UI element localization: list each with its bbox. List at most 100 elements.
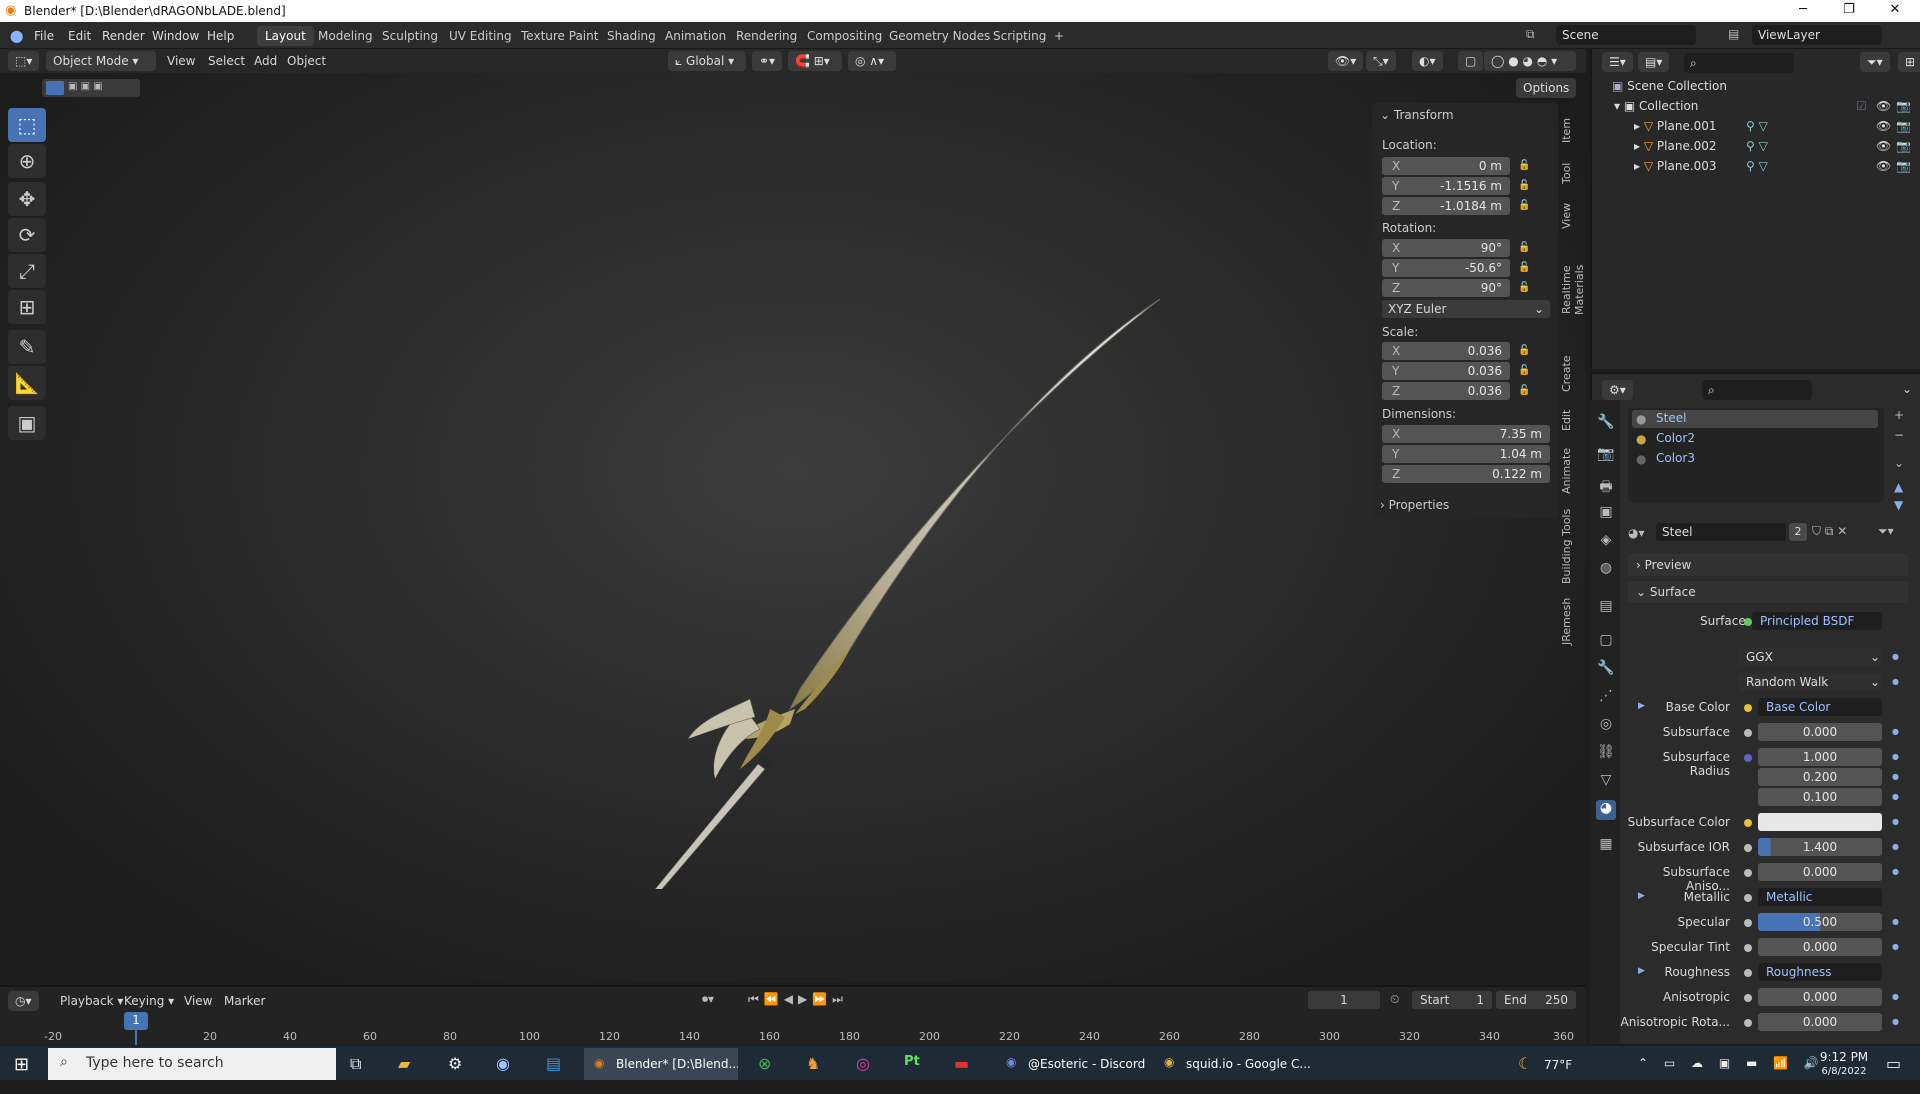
eye-icon[interactable]: 👁 [1876, 99, 1891, 113]
outliner-editor-icon[interactable]: ☰▾ [1602, 52, 1633, 72]
xray-icon[interactable]: ▢ [1458, 51, 1484, 71]
keyframe-dot-icon[interactable]: ● [1892, 792, 1899, 801]
tab-animation[interactable]: Animation [657, 26, 734, 46]
tab-item[interactable]: Item [1560, 110, 1582, 150]
notifications-icon[interactable]: ▭ [1886, 1054, 1901, 1082]
tab-geometry-nodes[interactable]: Geometry Nodes [881, 26, 998, 46]
tab-scripting[interactable]: Scripting [985, 26, 1054, 46]
tab-edit[interactable]: Edit [1560, 404, 1582, 436]
subsurface-radius-y-field[interactable]: 0.200 [1758, 768, 1882, 786]
select-box-icon[interactable]: ⬚ [8, 108, 46, 142]
select-extend-icon[interactable]: ▣ ▣ ▣ [68, 81, 103, 92]
base-color-field[interactable]: Base Color [1758, 698, 1882, 716]
tab-modeling[interactable]: Modeling [310, 26, 381, 46]
color-socket-icon[interactable] [1744, 704, 1752, 712]
file-explorer-icon[interactable]: ▰ [398, 1054, 410, 1082]
scale-x-field[interactable]: X 0.036 [1382, 342, 1510, 360]
tool-tab-icon[interactable]: 🔧 [1596, 414, 1616, 434]
chevron-down-icon[interactable]: ⌄ [1902, 382, 1912, 396]
annotate-icon[interactable]: ✎ [8, 330, 46, 364]
expand-icon[interactable]: ▸ [1634, 119, 1640, 133]
lock-icon[interactable]: 🔓 [1518, 180, 1532, 192]
dimension-z-field[interactable]: Z 0.122 m [1382, 465, 1550, 483]
camera-icon[interactable]: 📷 [1896, 159, 1911, 173]
location-y-field[interactable]: Y -1.1516 m [1382, 177, 1510, 195]
add-cube-icon[interactable]: ▣ [8, 406, 46, 440]
clock-date[interactable]: 6/8/2022 [1814, 1066, 1874, 1094]
record-icon[interactable]: ⏺▾ [702, 992, 714, 1007]
roughness-field[interactable]: Roughness [1758, 963, 1882, 981]
outliner-item-plane-002[interactable]: ▸ ▽ Plane.002 ⚲ ▽ 👁 📷 [1634, 139, 1914, 159]
lock-icon[interactable]: 🔓 [1518, 282, 1532, 294]
material-browse-icon[interactable]: ◕▾ [1628, 526, 1645, 540]
shader-socket-icon[interactable] [1744, 618, 1752, 626]
value-socket-icon[interactable] [1744, 1019, 1752, 1027]
3d-viewport[interactable] [0, 49, 1586, 983]
collection-row[interactable]: ▾ ▣ Collection ☑ 👁 📷 [1614, 99, 1914, 119]
fake-user-icon[interactable]: ⛉ ⧉ ✕ [1812, 524, 1847, 539]
collection-tab-icon[interactable]: ▤ [1596, 598, 1616, 618]
menu-help[interactable]: Help [207, 29, 234, 43]
properties-subpanel[interactable]: › Properties [1380, 498, 1449, 512]
add-workspace-button[interactable]: + [1046, 26, 1072, 46]
overlay-icon[interactable]: ◐▾ [1412, 51, 1443, 71]
scale-icon[interactable]: ⤢ [8, 254, 46, 288]
constraints-tab-icon[interactable]: ⛓ [1596, 744, 1616, 764]
tab-texture-paint[interactable]: Texture Paint [513, 26, 606, 46]
tab-view[interactable]: View [1560, 196, 1582, 236]
visibility-icon[interactable]: 👁▾ [1328, 51, 1364, 71]
menu-window[interactable]: Window [152, 29, 199, 43]
keyframe-dot-icon[interactable]: ● [1892, 817, 1899, 826]
subsurface-method-dropdown[interactable]: Random Walk [1738, 673, 1882, 691]
taskbar-discord-button[interactable]: ◉ @Esoteric - Discord [998, 1048, 1148, 1080]
settings-icon[interactable]: ⚙ [448, 1054, 462, 1082]
user-count-badge[interactable]: 2 [1789, 523, 1807, 541]
filter-icon[interactable]: ⏷▾ [1878, 524, 1894, 539]
windows-start-icon[interactable]: ⊞ [14, 1054, 29, 1082]
gizmo-icon[interactable]: ⤡▾ [1366, 51, 1396, 71]
value-socket-icon[interactable] [1744, 994, 1752, 1002]
subsurface-field[interactable]: 0.000 [1758, 723, 1882, 741]
keyframe-dot-icon[interactable]: ● [1892, 842, 1899, 851]
editor-type-icon[interactable]: ⬚▾ [8, 51, 40, 71]
camera-icon[interactable]: 📷 [1896, 99, 1911, 113]
value-socket-icon[interactable] [1744, 894, 1752, 902]
keyframe-dot-icon[interactable]: ● [1892, 942, 1899, 951]
scale-z-field[interactable]: Z 0.036 [1382, 382, 1510, 400]
timeline-editor-icon[interactable]: ◷▾ [8, 991, 39, 1011]
eye-icon[interactable]: 👁 [1876, 139, 1891, 153]
clock-icon[interactable]: ⏲ [1390, 992, 1399, 1007]
keyframe-dot-icon[interactable]: ● [1892, 917, 1899, 926]
tab-uv-editing[interactable]: UV Editing [441, 26, 520, 46]
filter-icon[interactable]: ⏷▾ [1860, 52, 1890, 72]
scale-y-field[interactable]: Y 0.036 [1382, 362, 1510, 380]
tab-animate[interactable]: Animate [1560, 444, 1582, 498]
metallic-field[interactable]: Metallic [1758, 888, 1882, 906]
menu-edit[interactable]: Edit [68, 29, 91, 43]
menu-marker[interactable]: Marker [224, 994, 265, 1008]
keyframe-dot-icon[interactable]: ● [1892, 727, 1899, 736]
expand-icon[interactable]: ▸ [1634, 139, 1640, 153]
tab-building-tools[interactable]: Building Tools [1560, 506, 1582, 586]
menu-keying[interactable]: Keying ▾ [124, 994, 174, 1008]
world-tab-icon[interactable]: ◍ [1596, 560, 1616, 580]
menu-view[interactable]: View [167, 54, 195, 68]
tab-shading[interactable]: Shading [599, 26, 664, 46]
lock-icon[interactable]: 🔓 [1518, 200, 1532, 212]
eye-icon[interactable]: 👁 [1876, 119, 1891, 133]
subsurface-radius-x-field[interactable]: 1.000 [1758, 748, 1882, 766]
lock-icon[interactable]: 🔓 [1518, 385, 1532, 397]
preview-panel-header[interactable]: › Preview [1628, 554, 1908, 576]
menu-playback[interactable]: Playback ▾ [60, 994, 123, 1008]
properties-search-input[interactable]: ⌕ [1702, 380, 1812, 400]
anisotropic-field[interactable]: 0.000 [1758, 988, 1882, 1006]
game-icon[interactable]: ♞ [806, 1054, 820, 1082]
tab-layout[interactable]: Layout [257, 26, 314, 46]
keyframe-dot-icon[interactable]: ● [1892, 867, 1899, 876]
expand-icon[interactable]: ▾ [1614, 99, 1620, 113]
remove-slot-icon[interactable]: − [1894, 428, 1904, 442]
transform-header[interactable]: ⌄ Transform [1380, 108, 1454, 122]
texture-tab-icon[interactable]: ▦ [1596, 836, 1616, 856]
new-collection-icon[interactable]: ⊞ [1898, 52, 1920, 72]
shading-mode-icons[interactable]: ◯ ● ◕ ◓ ▾ [1484, 51, 1576, 71]
